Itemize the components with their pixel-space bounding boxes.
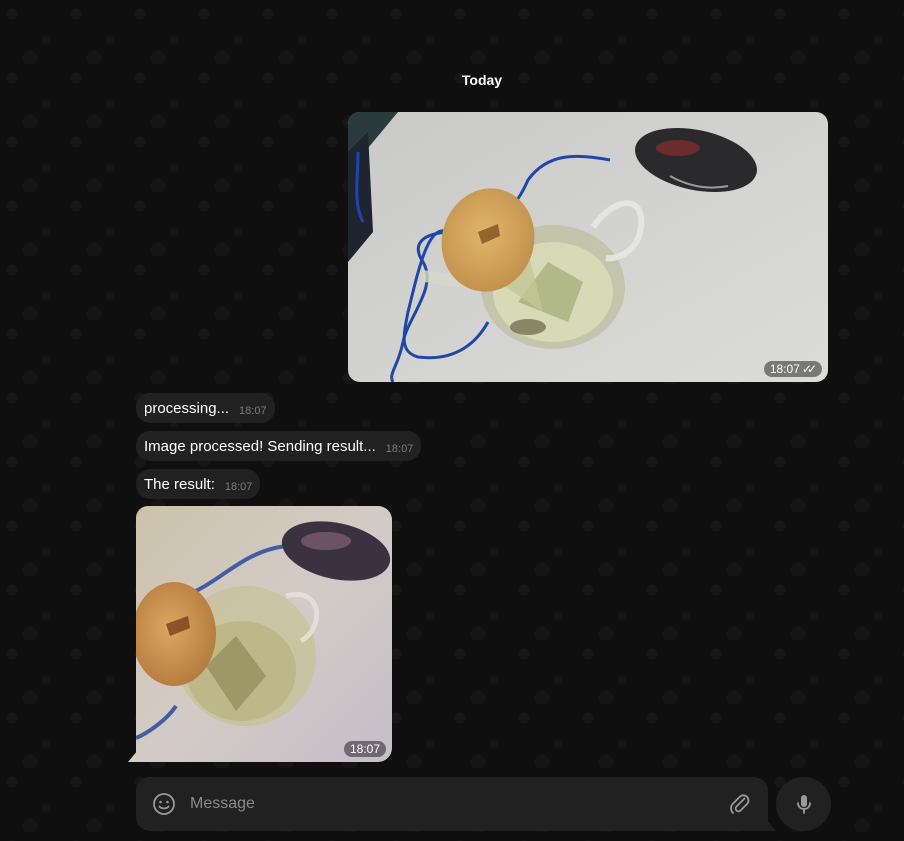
message-input[interactable] — [190, 795, 726, 813]
emoji-button[interactable] — [150, 790, 178, 818]
message-text: Image processed! Sending result... — [144, 437, 376, 455]
stylized-result-photo — [136, 506, 392, 762]
voice-record-button[interactable] — [776, 777, 831, 831]
incoming-message[interactable]: The result: 18:07 — [136, 469, 261, 499]
message-time: 18:07 — [385, 443, 414, 455]
photo-time-text: 18:07 — [769, 362, 800, 376]
incoming-message[interactable]: processing... 18:07 — [136, 393, 275, 423]
outgoing-photo-message[interactable]: 18:07 ✓✓ — [348, 112, 828, 382]
teapot-photo — [348, 112, 828, 382]
read-check-icon: ✓✓ — [801, 362, 817, 376]
paperclip-icon — [730, 794, 750, 814]
attach-button[interactable] — [726, 790, 754, 818]
date-separator: Today — [0, 72, 904, 88]
photo-time-text: 18:07 — [349, 742, 380, 756]
incoming-message[interactable]: Image processed! Sending result... 18:07 — [136, 431, 422, 461]
message-composer — [136, 777, 776, 831]
photo-timestamp: 18:07 — [343, 741, 386, 757]
microphone-icon — [796, 795, 811, 814]
message-time: 18:07 — [224, 481, 253, 493]
date-label: Today — [461, 72, 503, 88]
message-text: processing... — [144, 399, 230, 417]
incoming-photo-message[interactable]: 18:07 — [128, 506, 392, 762]
composer-tail — [766, 819, 776, 831]
smiley-icon — [153, 793, 175, 815]
photo-timestamp: 18:07 ✓✓ — [763, 361, 822, 377]
message-time: 18:07 — [239, 405, 267, 417]
message-text: The result: — [144, 475, 215, 493]
